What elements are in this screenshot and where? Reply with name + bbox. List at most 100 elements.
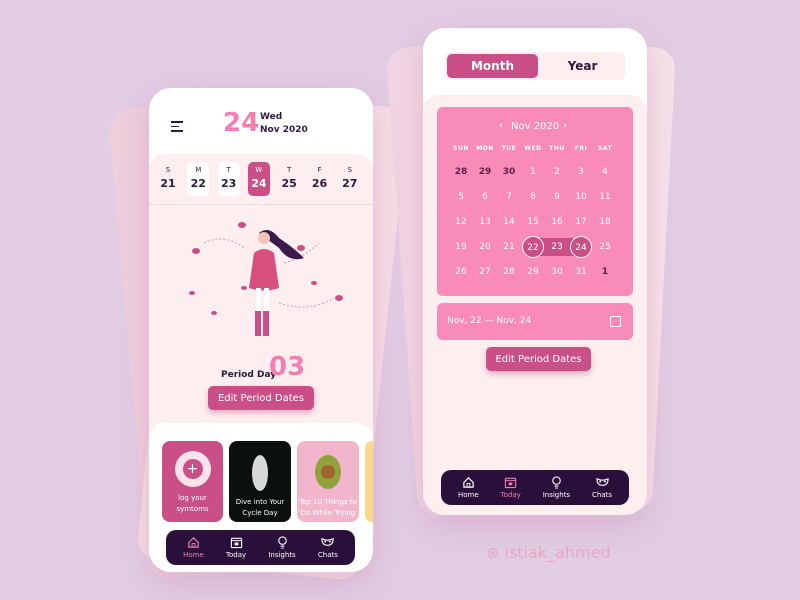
feather-image [252,455,268,491]
calendar-day[interactable]: 30 [498,161,520,183]
calendar-day[interactable]: 27 [474,261,496,283]
nav-today[interactable]: Today [226,536,246,559]
weekday-header: FRI [574,145,588,152]
tab-month[interactable]: Month [447,54,538,78]
period-day-number: 03 [269,352,306,382]
nav-insights[interactable]: Insights [543,476,570,499]
calendar-day[interactable]: 29 [522,261,544,283]
nav-insights[interactable]: Insights [268,536,296,559]
calendar-day[interactable]: 25 [594,236,616,258]
nav-label: Chats [317,551,338,559]
date-range-field[interactable]: Nov, 22 — Nov, 24 [437,303,633,340]
calendar-day[interactable]: 1 [594,261,616,283]
right-phone: Month Year ‹ Nov 2020 › SUN MON TUE WED THU F… [423,28,647,515]
nav-label: Insights [542,491,571,499]
card-text: Cycle Day [242,509,278,517]
day-date: 26 [311,177,328,190]
calendar-day[interactable]: 12 [450,211,472,233]
nav-label: Today [500,491,521,499]
week-day-21[interactable]: S 21 [157,162,179,196]
day-letter: S [165,166,171,174]
prev-month-icon[interactable]: ‹ [499,120,503,131]
calendar-day[interactable]: 28 [498,261,520,283]
calendar-day[interactable]: 2 [546,161,568,183]
calendar-day[interactable]: 7 [498,186,520,208]
day-date: 22 [190,177,206,190]
day-letter: T [287,166,292,174]
nav-label: Chats [592,491,613,499]
calendar-day[interactable]: 15 [522,211,544,233]
calendar-day[interactable]: 31 [570,261,592,283]
day-date: 23 [220,177,237,190]
calendar-day[interactable]: 28 [450,161,472,183]
calendar-day[interactable]: 13 [474,211,496,233]
cycle-day-card[interactable]: Dive into Your Cycle Day [229,441,291,522]
period-illustration [189,222,343,336]
calendar-day[interactable]: 5 [450,186,472,208]
nav-chats[interactable]: Chats [592,476,612,499]
calendar-day[interactable]: 1 [522,161,544,183]
mask-icon [595,477,609,486]
calendar-day[interactable]: 3 [570,161,592,183]
week-day-27[interactable]: S 27 [339,162,361,196]
week-day-22[interactable]: M 22 [187,162,210,196]
nav-today[interactable]: Today [501,476,521,499]
calendar-day[interactable]: 20 [474,236,496,258]
calendar-day[interactable]: 30 [546,261,568,283]
nav-home[interactable]: Home [458,476,479,499]
weekday-header: SUN [453,145,469,152]
edit-period-dates-button[interactable]: Edit Period Dates [208,386,314,410]
calendar-day[interactable]: 10 [570,186,592,208]
bottom-nav: Home Today Insights Chats [166,530,355,565]
day-letter: M [195,166,202,174]
week-day-25[interactable]: T 25 [278,162,300,196]
nav-home[interactable]: Home [183,536,204,559]
day-date: 27 [342,177,358,190]
next-card[interactable] [365,441,373,522]
calendar-day[interactable]: 19 [450,236,472,258]
log-symptoms-card[interactable]: + log your symtoms [162,441,223,522]
menu-icon[interactable] [171,121,183,132]
calendar-icon[interactable] [610,316,621,327]
week-day-26[interactable]: F 26 [309,162,331,196]
calendar-title: Nov 2020 [511,121,560,132]
calendar-day[interactable]: 26 [450,261,472,283]
week-day-24[interactable]: W 24 [247,162,270,196]
card-text: Do While Trying [300,509,356,517]
calendar-day[interactable]: 29 [474,161,496,183]
edit-period-dates-button[interactable]: Edit Period Dates [486,347,591,371]
nav-label: Home [457,491,479,499]
home-icon [463,477,474,488]
top-10-card[interactable]: Top 10 Things to Do While Trying [297,441,359,522]
calendar-day[interactable]: 16 [546,211,568,233]
bottom-nav: Home Today Insights Chats [441,470,629,505]
calendar-day[interactable]: 17 [570,211,592,233]
header-month-year: Nov 2020 [260,125,308,135]
watermark: ⊛ istiak_ahmed [486,543,611,562]
next-month-icon[interactable]: › [563,120,567,131]
calendar-day[interactable]: 6 [474,186,496,208]
week-day-23[interactable]: T 23 [217,162,240,196]
plus-icon: + [182,459,203,479]
lightbulb-icon [277,536,287,549]
weekday-header: THU [549,145,565,152]
calendar: ‹ Nov 2020 › SUN MON TUE WED THU FRI SAT 28 29 30… [437,107,633,296]
mask-icon [321,537,335,546]
calendar-day[interactable]: 14 [498,211,520,233]
calendar-day[interactable]: 8 [522,186,544,208]
calendar-day[interactable]: 4 [594,161,616,183]
calendar-day[interactable]: 11 [594,186,616,208]
left-phone: 24 Wed Nov 2020 S 21 M 22 T 23 W 24 T 25 F 26 S 27 Pe… [149,88,373,572]
weekday-header: MON [476,145,494,152]
avocado-image [315,455,341,489]
day-date: 25 [281,177,297,190]
calendar-day[interactable]: 22 [522,236,544,258]
calendar-day[interactable]: 9 [546,186,568,208]
tab-year[interactable]: Year [540,54,625,78]
nav-chats[interactable]: Chats [318,536,338,559]
calendar-day[interactable]: 21 [498,236,520,258]
day-letter: S [347,166,353,174]
calendar-day[interactable]: 24 [570,236,592,258]
calendar-day[interactable]: 23 [546,236,568,258]
calendar-day[interactable]: 18 [594,211,616,233]
